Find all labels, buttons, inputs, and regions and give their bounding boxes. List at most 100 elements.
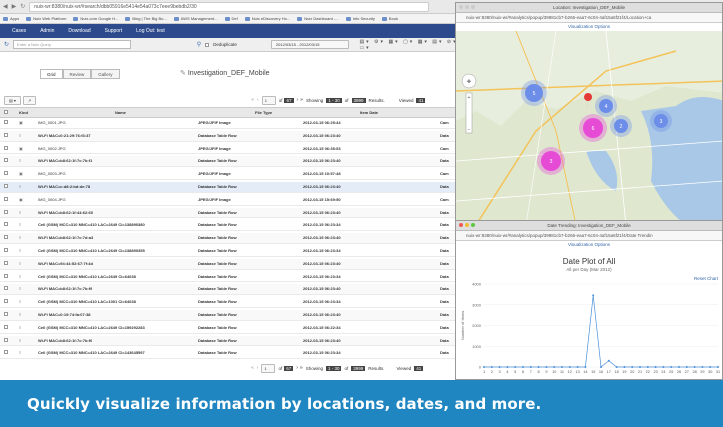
last-page-icon[interactable]: » xyxy=(300,97,303,103)
data-point[interactable] xyxy=(615,366,618,368)
address-field[interactable]: nuix-wr:8380/nuix-wr/#search/dbb05916e54… xyxy=(29,1,430,12)
map-zoom-control[interactable]: + − xyxy=(465,92,473,134)
data-point[interactable] xyxy=(545,366,548,368)
page-input[interactable]: 1 xyxy=(261,95,276,105)
data-point[interactable] xyxy=(522,366,524,368)
data-point[interactable] xyxy=(592,294,595,297)
data-point[interactable] xyxy=(600,366,602,368)
data-point[interactable] xyxy=(709,366,712,368)
prev-page-icon[interactable]: ‹ xyxy=(257,97,259,103)
table-row[interactable]: ≡ Wi-Fi MAC=c:d8:2:bd:de:78 Database Table… xyxy=(0,182,470,193)
row-checkbox[interactable] xyxy=(4,348,8,358)
table-row[interactable]: ≡ Wi-Fi MAC=b8:62:1f:44:62:60 Database Tab… xyxy=(0,207,470,219)
map-pan-control[interactable]: ✥ xyxy=(461,73,477,89)
bookmark-item[interactable]: Nuix.com Google H... xyxy=(73,16,118,21)
nav-item[interactable]: Support xyxy=(105,28,123,34)
bookmark-item[interactable]: Bing | The Big Bo... xyxy=(125,16,167,21)
refresh-icon[interactable]: ↻ xyxy=(4,41,9,48)
bookmark-item[interactable]: Def xyxy=(224,16,238,21)
table-row[interactable]: ≡ Cell (GSM) MCC=310 MNC=410 LAC=2649 CI=… xyxy=(0,246,470,257)
table-row[interactable]: ≡ Wi-Fi MAC=0:19:74:fa:07:38 Database Tabl… xyxy=(0,310,470,321)
map-cluster[interactable]: 6 xyxy=(579,114,607,142)
row-checkbox[interactable] xyxy=(4,336,8,346)
itemdate-header[interactable]: Item Date xyxy=(360,108,378,117)
data-point[interactable] xyxy=(631,366,634,368)
table-row[interactable]: ≡ Cell (GSM) MCC=310 MNC=410 LAC=2649 CI=… xyxy=(0,272,470,283)
back-icon[interactable]: ◀ xyxy=(3,3,8,10)
table-row[interactable]: ≡ Wi-Fi MAC=94:44:52:67:7f:4d Database Tab… xyxy=(0,258,470,270)
row-checkbox[interactable] xyxy=(4,118,8,128)
row-checkbox[interactable] xyxy=(4,284,8,294)
location-map[interactable]: 5 4 6 2 3 3 ✥ + − xyxy=(456,31,723,224)
map-cluster[interactable]: 3 xyxy=(537,147,565,175)
data-point[interactable] xyxy=(654,366,657,368)
search-icon[interactable]: ⚲ xyxy=(197,41,201,48)
data-point[interactable] xyxy=(678,366,680,368)
bookmark-item[interactable]: Nuix Dashboard -... xyxy=(297,16,339,21)
date-plot[interactable]: 01000200030004000Number of Items1 2 3 4 5 6 7 8… xyxy=(456,249,723,380)
data-point[interactable] xyxy=(670,366,673,368)
row-checkbox[interactable] xyxy=(4,323,8,333)
view-tab-grid[interactable]: Grid xyxy=(40,69,63,79)
data-point[interactable] xyxy=(537,366,540,368)
data-point[interactable] xyxy=(514,366,517,368)
row-checkbox[interactable] xyxy=(4,195,8,205)
chart-viz-options-link[interactable]: Visualization Options xyxy=(456,241,722,249)
filetype-header[interactable]: File Type xyxy=(255,108,272,117)
columns-button[interactable]: ▤ ▾ xyxy=(4,95,21,105)
last-page-icon[interactable]: » xyxy=(300,365,303,371)
table-row[interactable]: ▣ IMG_0002.JPG JPEG/JFIF Image 2012-03-15 0… xyxy=(0,144,470,155)
row-checkbox[interactable] xyxy=(4,156,8,166)
table-row[interactable]: ≡ Wi-Fi MAC=b8:62:1f:7c:7d:a3 Database Tab… xyxy=(0,233,470,244)
bookmark-item[interactable]: AWS Management... xyxy=(173,16,218,21)
date-range-field[interactable]: 2012/03/15 - 2012/03/15 xyxy=(270,40,350,49)
deduplicate-checkbox[interactable] xyxy=(205,42,210,47)
nav-item[interactable]: Admin xyxy=(40,28,54,34)
row-checkbox[interactable] xyxy=(4,297,8,307)
forward-icon[interactable]: ▶ xyxy=(12,3,17,10)
map-cluster[interactable]: 3 xyxy=(650,110,672,132)
data-point[interactable] xyxy=(529,366,532,368)
table-row[interactable]: ▣ IMG_0004.JPG JPEG/JFIF Image 2012-03-15 1… xyxy=(0,195,470,206)
query-input[interactable]: Enter a Nuix Query xyxy=(13,40,131,49)
data-point[interactable] xyxy=(561,366,563,368)
data-point[interactable] xyxy=(506,366,509,368)
data-point[interactable] xyxy=(568,366,571,368)
row-checkbox[interactable] xyxy=(4,208,8,218)
bookmark-item[interactable]: Apps xyxy=(3,16,19,21)
data-point[interactable] xyxy=(490,366,493,368)
data-point[interactable] xyxy=(639,366,641,368)
row-checkbox[interactable] xyxy=(4,182,8,192)
table-row[interactable]: ≡ Cell (GSM) MCC=310 MNC=410 LAC=2649 CI=… xyxy=(0,348,470,360)
data-point[interactable] xyxy=(623,366,626,368)
next-page-icon[interactable]: › xyxy=(296,365,298,371)
nav-item[interactable]: Cases xyxy=(12,28,26,34)
nav-item[interactable]: Log Out: test xyxy=(136,28,165,34)
row-checkbox[interactable] xyxy=(4,310,8,320)
table-row[interactable]: ≡ Wi-Fi MAC=0:21:29:76:f3:37 Database Tabl… xyxy=(0,130,470,142)
table-row[interactable]: ≡ Cell (GSM) MCC=310 MNC=410 LAC=1001 CI=… xyxy=(0,297,470,308)
table-row[interactable]: ≡ Wi-Fi MAC=b8:62:1f:7c:7b:f0 Database Tab… xyxy=(0,335,470,347)
nav-item[interactable]: Download xyxy=(68,28,90,34)
reload-icon[interactable]: ↻ xyxy=(20,3,25,10)
first-page-icon[interactable]: « xyxy=(251,365,254,371)
page-input[interactable]: 1 xyxy=(261,363,276,373)
next-page-icon[interactable]: › xyxy=(297,97,299,103)
bookmark-item[interactable]: Book xyxy=(381,16,398,21)
data-point[interactable] xyxy=(607,359,610,362)
table-row[interactable]: ≡ Cell (GSM) MCC=310 MNC=410 LAC=2649 CI=… xyxy=(0,220,470,232)
table-row[interactable]: ▣ IMG_0001.JPG JPEG/JFIF Image 2012-03-15 0… xyxy=(0,118,470,129)
row-checkbox[interactable] xyxy=(4,246,8,256)
map-cluster[interactable]: 2 xyxy=(610,115,632,137)
table-row[interactable]: ≡ Cell (GSM) MCC=310 MNC=410 LAC=2649 CI=… xyxy=(0,323,470,334)
bookmark-item[interactable]: Info Security xyxy=(345,16,375,21)
row-checkbox[interactable] xyxy=(4,220,8,230)
view-tab-review[interactable]: Review xyxy=(62,69,92,79)
data-point[interactable] xyxy=(483,366,485,368)
row-checkbox[interactable] xyxy=(4,259,8,269)
name-header[interactable]: Name xyxy=(115,108,126,117)
table-row[interactable]: ≡ Wi-Fi MAC=b8:62:1f:7c:7b:f1 Database Tab… xyxy=(0,156,470,168)
data-point[interactable] xyxy=(646,366,649,368)
data-point[interactable] xyxy=(584,366,587,368)
map-viz-options-link[interactable]: Visualization Options xyxy=(456,23,722,31)
